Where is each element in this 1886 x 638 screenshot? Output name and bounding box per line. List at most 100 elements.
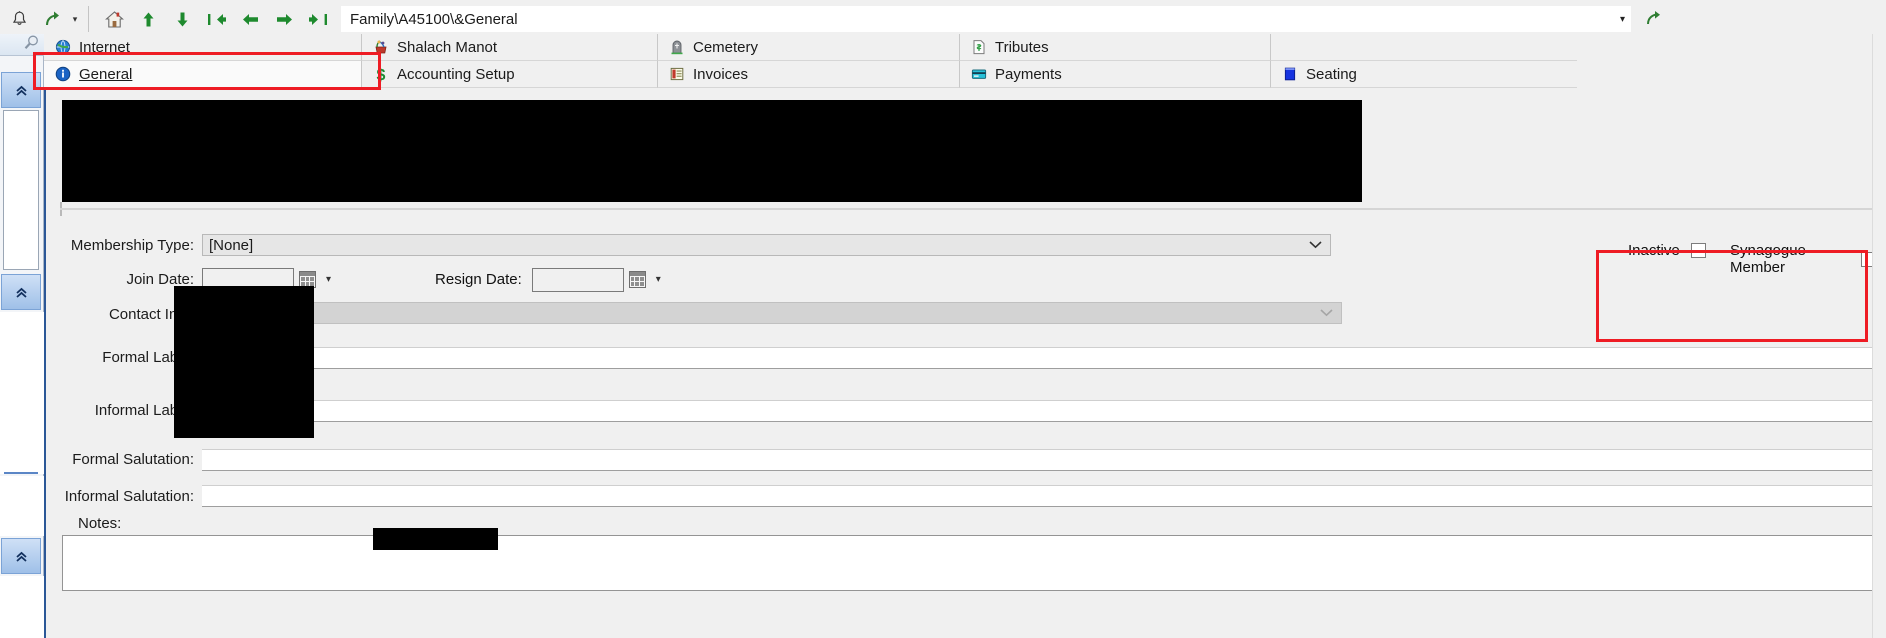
dollar-icon: $ [372, 65, 390, 83]
tab-seating-row1-spacer [1271, 34, 1577, 61]
dates-row: Join Date: ▾ Resign Date: ▾ [46, 262, 1886, 297]
bell-icon[interactable] [4, 4, 34, 34]
tab-cemetery[interactable]: Cemetery [658, 34, 960, 61]
home-icon[interactable] [99, 4, 129, 34]
join-date-dropdown-caret[interactable]: ▾ [326, 274, 331, 285]
sidebar-panel-header-2[interactable] [1, 274, 41, 310]
book-icon [1281, 65, 1299, 83]
go-refresh-icon[interactable] [1641, 6, 1667, 32]
sidebar-panel-body-3[interactable] [0, 576, 44, 638]
formal-salutation-input[interactable] [202, 449, 1884, 471]
application-window: ▾ Family\A45100\&General ▾ Internet Shal… [0, 0, 1886, 638]
synagogue-member-label: Synagogue Member [1730, 242, 1806, 276]
contact-info-label: Contact Info: [108, 306, 194, 323]
notes-row: Notes: [46, 511, 1886, 535]
informal-salutation-field-area [202, 481, 1886, 507]
credit-card-icon [970, 65, 988, 83]
sidebar-panel-header-3[interactable] [1, 538, 41, 574]
informal-salutation-row: Informal Salutation: [46, 481, 1886, 511]
resign-date-dropdown-caret[interactable]: ▾ [656, 274, 661, 285]
arrow-up-icon[interactable] [133, 4, 163, 34]
arrow-left-icon[interactable] [235, 4, 265, 34]
tab-shalach-manot[interactable]: Shalach Manot [362, 34, 658, 61]
synagogue-member-field[interactable]: Synagogue Member [1730, 242, 1874, 276]
formal-label-field-area [202, 331, 1886, 369]
redo-arrow-icon[interactable] [38, 4, 68, 34]
address-input[interactable]: Family\A45100\&General [342, 11, 518, 28]
sidebar-panel-body-2[interactable] [0, 312, 44, 474]
contact-info-field-area [202, 297, 1886, 324]
address-input-box[interactable]: Family\A45100\&General [341, 6, 1631, 32]
tab-internet[interactable]: Internet [44, 34, 362, 61]
info-icon [54, 65, 72, 83]
magnifier-icon[interactable] [23, 34, 40, 55]
contact-info-select[interactable] [202, 302, 1342, 324]
chevron-down-icon[interactable]: ▾ [1620, 6, 1625, 32]
formal-label-label: Formal Label: [102, 349, 194, 366]
notes-label: Notes: [78, 514, 122, 532]
tab-label: Tributes [995, 38, 1049, 56]
membership-type-row: Membership Type: [None] [46, 228, 1886, 262]
tab-row-top: Internet Shalach Manot Cemetery Tributes [44, 34, 1886, 61]
flags-group: Inactive Synagogue Member [1624, 200, 1874, 288]
sidebar-panel-header-1[interactable] [1, 72, 41, 108]
informal-salutation-input[interactable] [202, 485, 1884, 507]
sidebar-divider [4, 472, 38, 474]
arrow-down-icon[interactable] [167, 4, 197, 34]
calendar-icon[interactable] [628, 271, 646, 288]
tab-row-bottom: General $ Accounting Setup Invoices Paym… [44, 61, 1886, 88]
membership-type-select[interactable]: [None] [202, 234, 1331, 256]
toolbar-separator [88, 6, 89, 32]
tab-label-text: General [79, 65, 133, 83]
membership-type-label: Membership Type: [70, 237, 194, 254]
general-form: Membership Type: [None] Join Date: ▾ Res… [46, 228, 1886, 595]
formal-label-input[interactable] [202, 347, 1884, 369]
membership-type-value: [None] [209, 236, 254, 254]
inactive-field[interactable]: Inactive [1628, 242, 1706, 259]
sidebar-panel-body-1[interactable] [3, 110, 39, 270]
tab-payments[interactable]: Payments [960, 61, 1271, 88]
resign-date-label: Resign Date: [435, 271, 522, 288]
money-document-icon [970, 38, 988, 56]
notes-field-row [46, 535, 1886, 595]
formal-label-row: Formal Label: [46, 331, 1886, 384]
tab-label: Accounting Setup [397, 65, 515, 83]
informal-label-row: Informal Label: [46, 384, 1886, 437]
sidebar-panel-body-2b[interactable] [0, 476, 44, 536]
tab-seating[interactable]: Seating [1271, 61, 1577, 88]
inactive-checkbox[interactable] [1690, 243, 1706, 258]
redacted-notes-label-area [373, 528, 498, 550]
go-last-icon[interactable] [303, 4, 333, 34]
redo-dropdown-caret[interactable]: ▾ [68, 5, 82, 33]
chevron-down-icon[interactable] [1309, 235, 1322, 255]
tab-label: Cemetery [693, 38, 759, 56]
formal-salutation-row: Formal Salutation: [46, 437, 1886, 481]
formal-salutation-field-area [202, 437, 1886, 471]
tab-tributes[interactable]: Tributes [960, 34, 1271, 61]
double-chevron-up-icon [15, 550, 28, 563]
inactive-label: Inactive [1628, 242, 1680, 259]
vertical-scrollbar[interactable] [1872, 34, 1886, 638]
address-bar[interactable]: Family\A45100\&General ▾ [341, 6, 1631, 32]
main-toolbar: ▾ Family\A45100\&General ▾ [0, 0, 1886, 38]
arrow-right-icon[interactable] [269, 4, 299, 34]
resign-date-input[interactable] [531, 267, 624, 292]
globe-icon [54, 38, 72, 56]
tab-invoices[interactable]: Invoices [658, 61, 960, 88]
general-tab-panel: Membership Type: [None] Join Date: ▾ Res… [44, 88, 1886, 638]
left-sidebar [0, 34, 44, 638]
gift-basket-icon [372, 38, 390, 56]
tab-general[interactable]: General [44, 61, 362, 88]
tab-label: Invoices [693, 65, 749, 83]
informal-label-field-area [202, 384, 1886, 422]
invoice-icon [668, 65, 686, 83]
formal-salutation-label: Formal Salutation: [72, 450, 194, 468]
informal-label-input[interactable] [202, 400, 1884, 422]
tab-accounting-setup[interactable]: $ Accounting Setup [362, 61, 658, 88]
tab-label: Internet [79, 38, 130, 56]
contact-info-row: Contact Info: [46, 297, 1886, 331]
double-chevron-up-icon [15, 84, 28, 97]
chevron-down-icon[interactable] [1320, 303, 1333, 323]
notes-textarea[interactable] [62, 535, 1884, 591]
go-first-icon[interactable] [201, 4, 231, 34]
